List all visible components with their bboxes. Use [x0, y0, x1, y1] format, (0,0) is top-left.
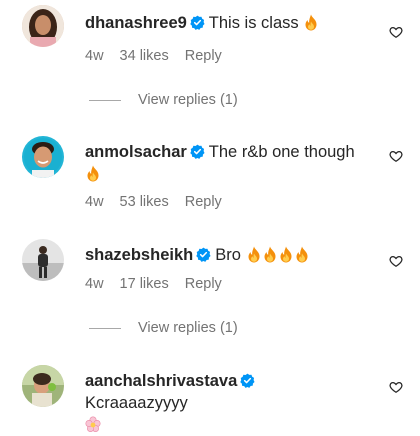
- comment-meta: 4w 17 likes Reply: [85, 276, 238, 292]
- comment-meta: 4w 34 likes Reply: [85, 48, 238, 64]
- divider-line: [89, 327, 121, 329]
- like-heart-icon[interactable]: [389, 380, 403, 394]
- comment-username[interactable]: shazebsheikh: [85, 246, 193, 264]
- verified-badge-icon: [190, 144, 205, 159]
- comment-text-line: shazebsheikh Bro: [85, 244, 360, 266]
- like-heart-icon[interactable]: [389, 149, 403, 163]
- comment-text-line: dhanashree9 This is class: [85, 12, 360, 34]
- fire-emoji: [294, 246, 310, 263]
- reply-button[interactable]: Reply: [185, 194, 222, 210]
- comment-likes[interactable]: 53 likes: [120, 194, 169, 210]
- comment-username[interactable]: dhanashree9: [85, 14, 187, 32]
- view-replies-button[interactable]: View replies (1): [89, 92, 238, 108]
- verified-badge-icon: [190, 15, 205, 30]
- divider-line: [89, 99, 121, 101]
- fire-emoji: [246, 246, 262, 263]
- view-replies-label: View replies (1): [138, 92, 238, 108]
- comment-text: Bro: [215, 246, 241, 264]
- fire-emoji: [85, 165, 101, 182]
- avatar[interactable]: [22, 239, 64, 281]
- comment-time: 4w: [85, 276, 104, 292]
- fire-emoji: [278, 246, 294, 263]
- like-heart-icon[interactable]: [389, 25, 403, 39]
- comment-time: 4w: [85, 194, 104, 210]
- avatar[interactable]: [22, 136, 64, 178]
- reply-button[interactable]: Reply: [185, 48, 222, 64]
- comment-text: The r&b one though: [208, 143, 355, 161]
- comment-likes[interactable]: 34 likes: [120, 48, 169, 64]
- comment-text-line: anmolsachar The r&b one though: [85, 141, 360, 185]
- blossom-emoji: [85, 416, 101, 433]
- comment-text: This is class: [208, 14, 299, 32]
- avatar[interactable]: [22, 365, 64, 407]
- comment-meta: 4w 53 likes Reply: [85, 194, 238, 210]
- like-heart-icon[interactable]: [389, 254, 403, 268]
- comment-text: Kcraaaazyyyy: [85, 394, 188, 412]
- reply-button[interactable]: Reply: [185, 276, 222, 292]
- avatar[interactable]: [22, 5, 64, 47]
- comment-username[interactable]: aanchalshrivastava: [85, 372, 237, 390]
- comment-text-line: aanchalshrivastava Kcraaaazyyyy: [85, 370, 360, 436]
- fire-emoji: [303, 14, 319, 31]
- comment-username[interactable]: anmolsachar: [85, 143, 187, 161]
- comment-likes[interactable]: 17 likes: [120, 276, 169, 292]
- fire-emoji: [262, 246, 278, 263]
- view-replies-label: View replies (1): [138, 320, 238, 336]
- comment-time: 4w: [85, 48, 104, 64]
- verified-badge-icon: [240, 373, 255, 388]
- view-replies-button[interactable]: View replies (1): [89, 320, 238, 336]
- verified-badge-icon: [196, 247, 211, 262]
